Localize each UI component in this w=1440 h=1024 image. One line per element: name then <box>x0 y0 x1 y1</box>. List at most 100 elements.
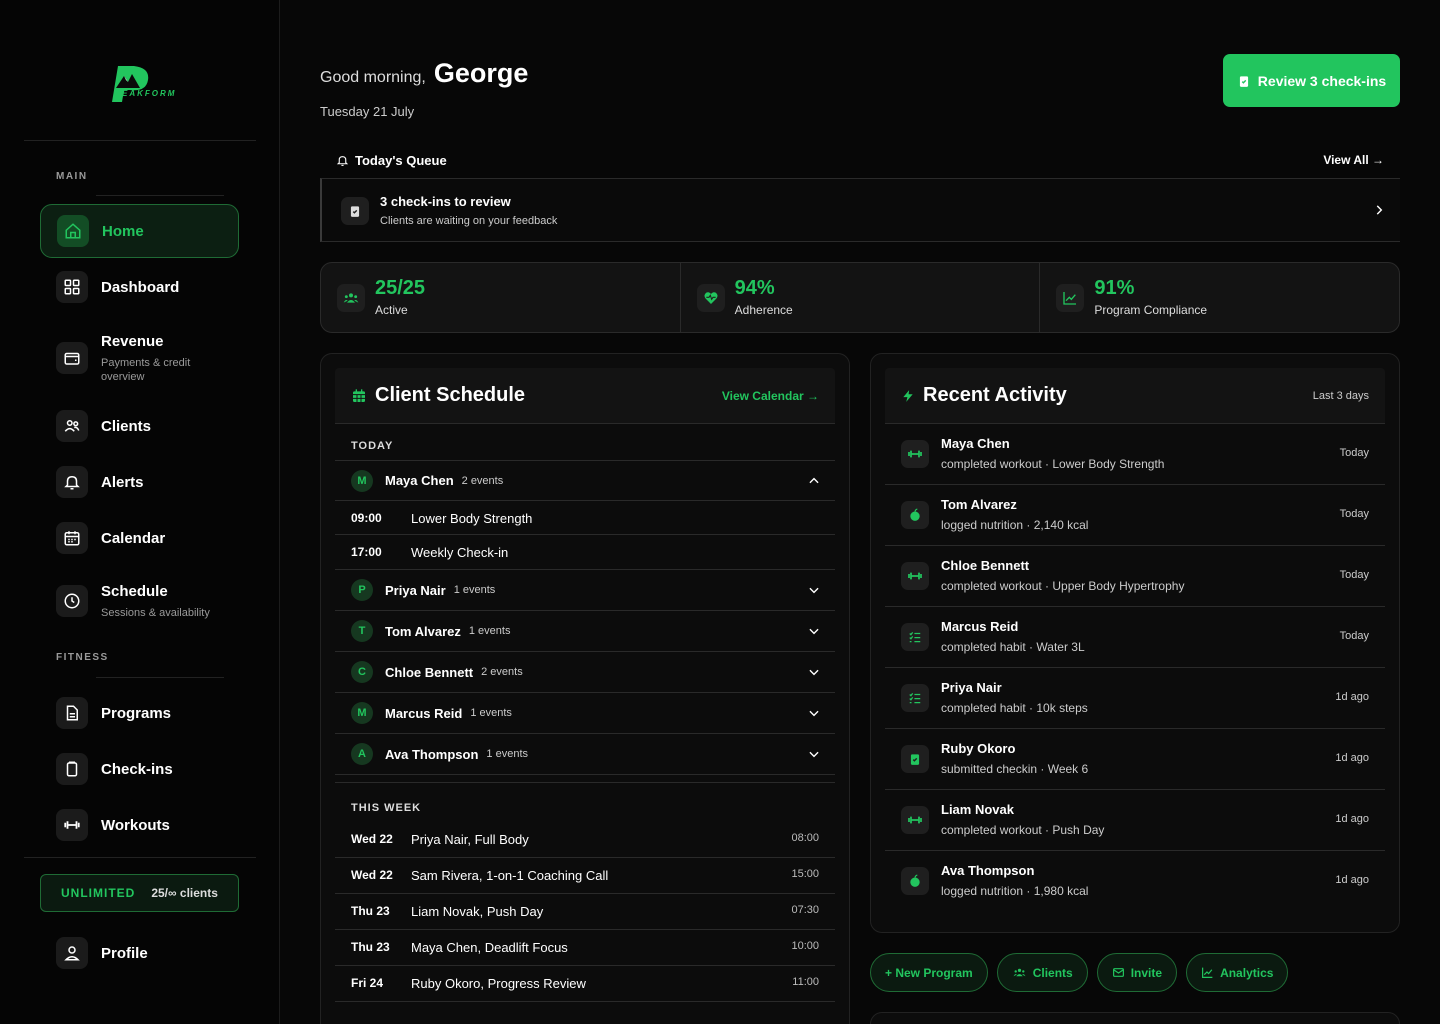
client-row-chloe-bennett[interactable]: C Chloe Bennett 2 events <box>335 652 835 693</box>
event-count: 2 events <box>481 666 523 678</box>
queue-title: Today's Queue <box>336 153 447 168</box>
sidebar-item-label: Dashboard <box>101 278 180 296</box>
client-name: Marcus Reid <box>385 705 463 721</box>
activity-client: Ava Thompson <box>941 863 1035 878</box>
activity-row[interactable]: Maya Chen completed workout · Lower Body… <box>885 424 1385 485</box>
document-icon <box>56 697 88 729</box>
activity-client: Maya Chen <box>941 436 1010 451</box>
chevron-down-icon[interactable] <box>807 747 821 761</box>
habit-list-icon <box>901 623 929 651</box>
sidebar-item-label: Workouts <box>101 816 170 834</box>
dumbbell-icon <box>901 806 929 834</box>
event-day: Wed 22 <box>351 868 393 882</box>
client-row-tom-alvarez[interactable]: T Tom Alvarez 1 events <box>335 611 835 652</box>
chevron-down-icon[interactable] <box>807 665 821 679</box>
event-time: 10:00 <box>791 940 819 952</box>
users-icon <box>337 283 365 312</box>
sidebar-item-label: Home <box>102 222 144 240</box>
sidebar-item-home[interactable]: Home <box>40 204 239 258</box>
view-calendar-link[interactable]: View Calendar → <box>722 389 819 403</box>
sidebar-item-programs[interactable]: Programs <box>40 690 239 736</box>
sidebar-item-schedule[interactable]: Schedule Sessions & availability <box>40 576 239 626</box>
view-all-link[interactable]: View All → <box>1323 153 1384 167</box>
sidebar-item-alerts[interactable]: Alerts <box>40 459 239 505</box>
activity-desc: logged nutrition · 2,140 kcal <box>941 518 1089 532</box>
activity-row[interactable]: Ava Thompson logged nutrition · 1,980 kc… <box>885 851 1385 912</box>
week-event-row[interactable]: Thu 23 Maya Chen, Deadlift Focus 10:00 <box>335 930 835 966</box>
client-name: Tom Alvarez <box>385 623 461 639</box>
sidebar-item-label: Schedule <box>101 582 168 600</box>
activity-row[interactable]: Marcus Reid completed habit · Water 3L T… <box>885 607 1385 668</box>
queue-item-check-ins[interactable]: 3 check-ins to review Clients are waitin… <box>320 178 1400 242</box>
sidebar-item-label: Check-ins <box>101 760 173 778</box>
sidebar-item-workouts[interactable]: Workouts <box>40 802 239 848</box>
week-event-row[interactable]: Wed 22 Priya Nair, Full Body 08:00 <box>335 822 835 858</box>
clipboard-icon <box>341 197 369 225</box>
client-name: Priya Nair <box>385 582 446 598</box>
activity-row[interactable]: Liam Novak completed workout · Push Day … <box>885 790 1385 851</box>
new-program-button[interactable]: + New Program <box>870 953 988 992</box>
activity-client: Chloe Bennett <box>941 558 1030 573</box>
invite-button[interactable]: Invite <box>1096 953 1178 992</box>
event-row[interactable]: 09:00 Lower Body Strength <box>335 501 835 535</box>
activity-desc: completed workout · Lower Body Strength <box>941 457 1165 471</box>
week-event-row[interactable]: Wed 22 Sam Rivera, 1-on-1 Coaching Call … <box>335 858 835 894</box>
sidebar-item-label: Clients <box>101 417 152 435</box>
chart-line-icon <box>1202 967 1213 978</box>
stat-value: 94% <box>734 277 775 299</box>
activity-row[interactable]: Chloe Bennett completed workout · Upper … <box>885 546 1385 607</box>
chevron-down-icon[interactable] <box>807 583 821 597</box>
activity-time: 1d ago <box>1335 813 1369 825</box>
chevron-up-icon[interactable] <box>807 474 821 488</box>
chart-line-icon <box>1056 283 1085 312</box>
brand-logo-icon[interactable] <box>104 58 184 108</box>
review-button-label: Review 3 check-ins <box>1257 72 1387 89</box>
greeting-text: Good morning, <box>320 69 426 86</box>
calendar-icon <box>56 522 88 554</box>
clipboard-check-icon <box>1239 75 1248 87</box>
week-event-row[interactable]: Fri 24 Ruby Okoro, Progress Review 11:00 <box>335 966 835 1002</box>
panel-header: Recent Activity Last 3 days <box>885 368 1385 424</box>
clients-button[interactable]: Clients <box>996 953 1088 992</box>
activity-row[interactable]: Tom Alvarez logged nutrition · 2,140 kca… <box>885 485 1385 546</box>
activity-desc: completed habit · Water 3L <box>941 640 1085 654</box>
event-count: 1 events <box>470 707 512 719</box>
chevron-down-icon[interactable] <box>807 624 821 638</box>
client-row-marcus-reid[interactable]: M Marcus Reid 1 events <box>335 693 835 734</box>
analytics-button[interactable]: Analytics <box>1186 953 1289 992</box>
sidebar-item-revenue[interactable]: Revenue Payments & credit overview <box>40 330 239 386</box>
sidebar-item-check-ins[interactable]: Check-ins <box>40 746 239 792</box>
week-event-row[interactable]: Thu 23 Liam Novak, Push Day 07:30 <box>335 894 835 930</box>
client-row-maya-chen[interactable]: M Maya Chen 2 events <box>335 460 835 501</box>
event-row[interactable]: 17:00 Weekly Check-in <box>335 535 835 570</box>
avatar: C <box>351 661 373 683</box>
sidebar-item-clients[interactable]: Clients <box>40 403 239 449</box>
event-name: Sam Rivera, 1-on-1 Coaching Call <box>411 868 609 883</box>
stat-label: Active <box>375 303 408 317</box>
client-schedule-panel: Client Schedule View Calendar → TODAY M … <box>320 353 850 1024</box>
panel-header: Client Schedule View Calendar → <box>335 368 835 424</box>
activity-row[interactable]: Priya Nair completed habit · 10k steps 1… <box>885 668 1385 729</box>
new-program-label: + New Program <box>885 965 973 980</box>
sidebar-item-dashboard[interactable]: Dashboard <box>40 264 239 310</box>
client-row-ava-thompson[interactable]: A Ava Thompson 1 events <box>335 734 835 775</box>
grid-icon <box>56 271 88 303</box>
event-time: 17:00 <box>351 545 382 559</box>
event-count: 1 events <box>486 748 529 760</box>
envelope-icon <box>1112 968 1124 977</box>
apple-icon <box>901 501 929 529</box>
avatar: A <box>351 743 373 765</box>
panel-title: Client Schedule <box>375 384 526 406</box>
activity-row[interactable]: Ruby Okoro submitted checkin · Week 6 1d… <box>885 729 1385 790</box>
chevron-down-icon[interactable] <box>807 706 821 720</box>
plan-badge[interactable]: UNLIMITED 25/∞ clients <box>40 874 239 912</box>
review-check-ins-button[interactable]: Review 3 check-ins <box>1223 54 1400 107</box>
sidebar-item-calendar[interactable]: Calendar <box>40 515 239 561</box>
panel-title: Recent Activity <box>923 384 1067 406</box>
section-label-today: TODAY <box>351 440 394 452</box>
event-name: Weekly Check-in <box>411 545 509 560</box>
client-row-priya-nair[interactable]: P Priya Nair 1 events <box>335 570 835 611</box>
avatar: M <box>351 469 373 492</box>
event-name: Ruby Okoro, Progress Review <box>411 976 586 991</box>
sidebar-item-profile[interactable]: Profile <box>40 930 239 976</box>
